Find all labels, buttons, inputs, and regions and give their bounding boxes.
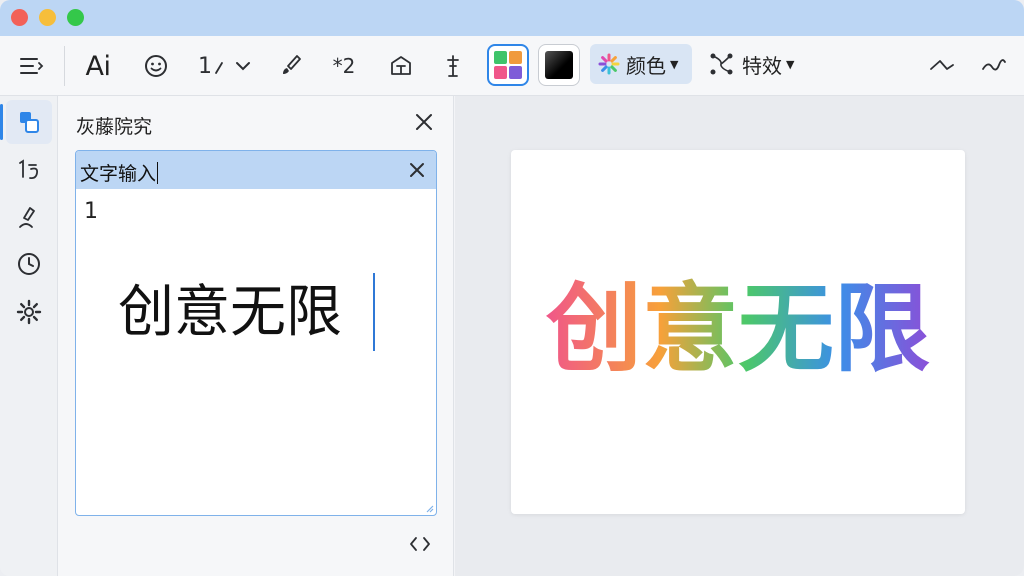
color-dropdown[interactable]: 颜色 ▼ bbox=[590, 44, 692, 84]
header-text-caret bbox=[157, 162, 159, 184]
editor-clear-button[interactable] bbox=[406, 159, 428, 181]
close-icon bbox=[410, 163, 424, 177]
black-swatch-button[interactable] bbox=[538, 44, 580, 86]
text-frame-button[interactable] bbox=[384, 46, 418, 86]
pen-draw-icon bbox=[19, 207, 35, 228]
panel-title: 灰藤院究 bbox=[76, 116, 153, 138]
code-brackets-icon bbox=[410, 537, 430, 551]
text-frame-icon bbox=[391, 56, 411, 75]
color-label: 颜色 bbox=[626, 53, 666, 78]
italic-slash-icon bbox=[215, 62, 223, 74]
wave-tool-button[interactable] bbox=[976, 46, 1012, 86]
clock-icon bbox=[18, 253, 40, 275]
gear-icon bbox=[16, 299, 42, 325]
effects-label: 特效 bbox=[742, 53, 782, 78]
chevron-down-icon bbox=[236, 62, 250, 71]
ai-label: Ai bbox=[85, 50, 111, 82]
ai-button[interactable]: Ai bbox=[78, 46, 118, 86]
editor-header-label: 文字输入 bbox=[80, 159, 159, 186]
superscript-button[interactable]: *2 bbox=[326, 46, 362, 86]
caret-down-icon: ▼ bbox=[786, 57, 795, 71]
black-swatch-icon bbox=[545, 51, 573, 79]
menu-toggle-button[interactable] bbox=[14, 46, 48, 86]
canvas-area: 创意无限 bbox=[455, 96, 1024, 576]
color-grid-button[interactable] bbox=[487, 44, 529, 86]
zoom-window-button[interactable] bbox=[67, 9, 84, 26]
text-height-icon bbox=[447, 55, 459, 77]
path-tool-button[interactable] bbox=[924, 46, 960, 86]
rail-item-draw[interactable] bbox=[6, 196, 52, 240]
editor-header: 文字输入 bbox=[76, 151, 436, 189]
angle-path-icon bbox=[930, 60, 954, 70]
resize-grip-icon[interactable] bbox=[426, 505, 434, 513]
toolbar: Ai 1 *2 颜色 ▼ 特效 ▼ bbox=[0, 36, 1024, 96]
text-panel: 灰藤院究 文字输入 1 创意无限 bbox=[58, 96, 454, 576]
title-bar bbox=[0, 0, 1024, 36]
layers-icon bbox=[20, 112, 39, 133]
brush-icon bbox=[283, 55, 301, 74]
app-window: Ai 1 *2 颜色 ▼ 特效 ▼ 灰藤院究 文字输入 1 创意无限 创意无限 bbox=[0, 0, 1024, 576]
preview-text: 创意无限 bbox=[545, 273, 930, 385]
close-window-button[interactable] bbox=[11, 9, 28, 26]
toolbar-divider bbox=[64, 46, 65, 86]
side-rail bbox=[0, 96, 58, 576]
font-size-dropdown[interactable]: 1 bbox=[196, 46, 256, 86]
text-height-button[interactable] bbox=[436, 46, 470, 86]
close-icon bbox=[416, 114, 432, 130]
smiley-icon bbox=[145, 55, 167, 77]
text-input-editor[interactable]: 文字输入 1 创意无限 bbox=[75, 150, 437, 516]
menu-lines-icon bbox=[20, 58, 44, 74]
editor-line-number: 1 bbox=[84, 199, 98, 224]
preview-card[interactable]: 创意无限 bbox=[511, 150, 965, 514]
caret-down-icon: ▼ bbox=[670, 57, 679, 71]
rail-item-history[interactable] bbox=[6, 242, 52, 286]
rail-item-settings[interactable] bbox=[6, 290, 52, 334]
effects-dropdown[interactable]: 特效 ▼ bbox=[704, 44, 804, 84]
code-view-button[interactable] bbox=[408, 532, 432, 556]
editor-text-content[interactable]: 创意无限 bbox=[118, 277, 342, 349]
rail-item-text-size[interactable] bbox=[6, 148, 52, 192]
effects-nodes-icon bbox=[710, 53, 733, 75]
superscript-label: *2 bbox=[332, 54, 356, 78]
brush-button[interactable] bbox=[274, 46, 308, 86]
color-wheel-icon bbox=[598, 53, 620, 75]
text-cursor bbox=[373, 273, 375, 351]
gradient-text-preview: 创意无限 bbox=[545, 273, 930, 385]
editor-header-text: 文字输入 bbox=[80, 163, 157, 185]
panel-close-button[interactable] bbox=[412, 110, 436, 134]
wave-icon bbox=[982, 59, 1006, 71]
rail-item-layers[interactable] bbox=[0, 100, 52, 144]
minimize-window-button[interactable] bbox=[39, 9, 56, 26]
text-size-icon bbox=[19, 159, 39, 180]
color-grid-icon bbox=[494, 51, 522, 79]
font-size-value: 1 bbox=[198, 53, 212, 79]
emoji-button[interactable] bbox=[138, 46, 174, 86]
